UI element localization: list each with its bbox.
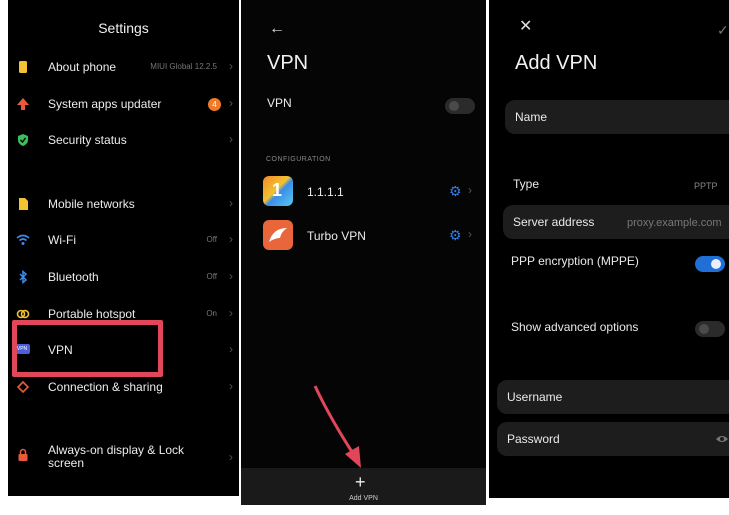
- shield-check-icon: [18, 134, 28, 146]
- name-field-label: Name: [515, 110, 548, 124]
- settings-item-security-status[interactable]: Security status ›: [8, 127, 239, 155]
- bluetooth-icon: [19, 270, 28, 284]
- settings-item-wifi[interactable]: Wi-Fi Off ›: [8, 227, 239, 255]
- settings-item-system-apps-updater[interactable]: System apps updater 4 ›: [8, 91, 239, 119]
- gear-icon[interactable]: ⚙: [449, 183, 462, 200]
- settings-item-mobile-networks[interactable]: Mobile networks ›: [8, 191, 239, 219]
- settings-item-label: Connection & sharing: [48, 380, 163, 394]
- page-title: Settings: [98, 20, 149, 36]
- chevron-right-icon: ›: [468, 183, 472, 197]
- hotspot-icon: [16, 309, 30, 319]
- password-label: Password: [507, 432, 560, 446]
- settings-item-value: MIUI Global 12.2.5: [150, 62, 217, 71]
- back-arrow-icon[interactable]: ←: [269, 20, 285, 38]
- lock-icon: [18, 448, 28, 461]
- password-field[interactable]: Password: [497, 422, 729, 456]
- eye-icon[interactable]: [715, 434, 729, 444]
- advanced-options-label: Show advanced options: [511, 320, 639, 334]
- sim-card-icon: [19, 198, 28, 210]
- connection-icon: [16, 380, 30, 394]
- vpn-highlight-box: [12, 320, 163, 377]
- chevron-right-icon: ›: [229, 96, 233, 110]
- vpn-config-name: 1.1.1.1: [307, 185, 344, 199]
- chevron-right-icon: ›: [229, 342, 233, 356]
- server-address-field[interactable]: Server address proxy.example.com: [503, 205, 729, 239]
- turbo-vpn-app-icon: [263, 220, 293, 250]
- chevron-right-icon: ›: [229, 379, 233, 393]
- add-vpn-screen: ✕ ✓ Add VPN Name Type PPTP Server addres…: [489, 0, 729, 498]
- arrow-up-icon: [17, 98, 29, 110]
- ppp-encryption-label: PPP encryption (MPPE): [511, 254, 639, 268]
- advanced-options-toggle[interactable]: [695, 321, 725, 337]
- username-label: Username: [507, 390, 563, 404]
- chevron-right-icon: ›: [229, 232, 233, 246]
- gear-icon[interactable]: ⚙: [449, 227, 462, 244]
- add-vpn-label: Add VPN: [349, 495, 378, 502]
- settings-item-always-on-display[interactable]: Always-on display & Lock screen ›: [8, 440, 239, 474]
- settings-item-value: Off: [206, 272, 217, 281]
- section-label: CONFIGURATION: [266, 156, 331, 163]
- vpn-toggle[interactable]: [445, 98, 475, 114]
- red-arrow-annotation: [313, 385, 361, 468]
- add-vpn-button[interactable]: + Add VPN: [241, 468, 486, 505]
- chevron-right-icon: ›: [229, 306, 233, 320]
- vpn-screen: ← VPN VPN CONFIGURATION 1 1.1.1.1 ⚙ › Tu…: [241, 0, 486, 505]
- chevron-right-icon: ›: [229, 132, 233, 146]
- settings-item-label: System apps updater: [48, 97, 162, 111]
- wifi-icon: [16, 234, 30, 245]
- server-address-label: Server address: [513, 215, 595, 229]
- settings-item-bluetooth[interactable]: Bluetooth Off ›: [8, 264, 239, 292]
- settings-item-label: Always-on display & Lock screen: [48, 443, 185, 470]
- phone-icon: [19, 61, 27, 73]
- server-address-placeholder: proxy.example.com: [627, 217, 722, 229]
- settings-item-label: Portable hotspot: [48, 307, 136, 321]
- ppp-encryption-toggle[interactable]: [695, 256, 725, 272]
- type-select[interactable]: PPTP: [694, 181, 718, 191]
- settings-item-label: About phone: [48, 60, 117, 74]
- page-title: VPN: [267, 52, 309, 74]
- settings-item-label: Security status: [48, 133, 127, 147]
- chevron-right-icon: ›: [229, 269, 233, 283]
- update-badge: 4: [208, 98, 221, 111]
- settings-item-value: On: [206, 309, 217, 318]
- chevron-right-icon: ›: [229, 59, 233, 73]
- chevron-right-icon: ›: [229, 196, 233, 210]
- settings-item-label: Bluetooth: [48, 270, 99, 284]
- settings-item-label: Mobile networks: [48, 197, 135, 211]
- chevron-right-icon: ›: [229, 450, 233, 464]
- settings-screen: Settings About phone MIUI Global 12.2.5 …: [8, 0, 239, 496]
- chevron-right-icon: ›: [468, 227, 472, 241]
- vpn-toggle-label: VPN: [267, 96, 292, 110]
- vpn-config-item[interactable]: 1 1.1.1.1 ⚙ ›: [263, 176, 478, 210]
- username-field[interactable]: Username: [497, 380, 729, 414]
- vpn-config-item[interactable]: Turbo VPN ⚙ ›: [263, 220, 478, 254]
- settings-item-connection-sharing[interactable]: Connection & sharing ›: [8, 374, 239, 402]
- type-label: Type: [513, 177, 540, 191]
- close-icon[interactable]: ✕: [519, 16, 532, 36]
- name-field[interactable]: Name: [505, 100, 729, 134]
- page-title: Add VPN: [515, 52, 598, 74]
- plus-icon: +: [355, 472, 366, 492]
- settings-item-about-phone[interactable]: About phone MIUI Global 12.2.5 ›: [8, 54, 239, 82]
- vpn-config-name: Turbo VPN: [307, 229, 366, 243]
- settings-item-label: Wi-Fi: [48, 233, 76, 247]
- settings-item-value: Off: [206, 235, 217, 244]
- cloudflare-app-icon: 1: [263, 176, 293, 206]
- check-icon[interactable]: ✓: [717, 22, 729, 39]
